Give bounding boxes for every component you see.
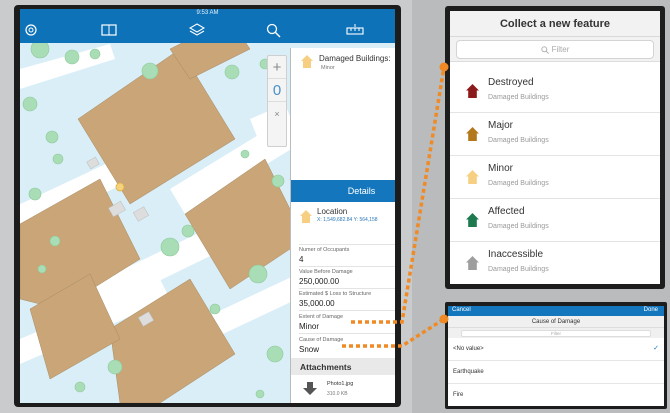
collect-feature-panel: Collect a new feature Filter Destroyed D…: [445, 6, 665, 289]
search-icon: [540, 45, 549, 54]
divider: [299, 244, 395, 245]
feature-type-label: Major: [488, 120, 514, 131]
popup-title: Damaged Buildings:: [319, 54, 391, 63]
checkmark-icon: ✓: [653, 345, 659, 352]
filter-bar: Filter: [450, 37, 660, 62]
feature-type-label: Affected: [488, 206, 525, 217]
option-earthquake[interactable]: Earthquake: [448, 361, 664, 384]
field-label: Cause of Damage: [299, 337, 344, 343]
option-label: Fire: [453, 392, 464, 398]
feature-type-destroyed[interactable]: Destroyed Damaged Buildings: [450, 70, 660, 113]
field-label: Value Before Damage: [299, 269, 353, 275]
house-icon: [466, 213, 479, 227]
details-header: Details: [291, 180, 395, 202]
picker-title: Cause of Damage: [448, 316, 664, 328]
collect-title: Collect a new feature: [450, 11, 660, 37]
picker-filter-input[interactable]: Filter: [461, 329, 651, 337]
cause-picker-screen: Cancel Done Cause of Damage Filter <No v…: [448, 306, 664, 406]
feature-type-layer: Damaged Buildings: [488, 266, 549, 273]
option-fire[interactable]: Fire: [448, 384, 664, 406]
status-time: 9:53 AM: [196, 10, 219, 16]
option-label: <No value>: [453, 346, 484, 352]
popup-subtitle: Minor: [321, 65, 335, 71]
feature-type-major[interactable]: Major Damaged Buildings: [450, 113, 660, 156]
cause-of-damage-value[interactable]: Snow: [299, 345, 319, 354]
field-label: Extent of Damage: [299, 314, 344, 320]
app-toolbar: 9:53 AM: [20, 9, 395, 43]
picker-navbar: Cancel Done: [448, 306, 664, 316]
zoom-in-button[interactable]: +: [268, 56, 286, 79]
divider: [299, 333, 395, 334]
feature-type-affected[interactable]: Affected Damaged Buildings: [450, 199, 660, 242]
house-icon: [466, 84, 479, 98]
value-before-damage[interactable]: 250,000.00: [299, 277, 339, 286]
target-icon[interactable]: [22, 21, 40, 39]
location-coords: X: 1,549,682.84 Y: 564,158: [317, 217, 378, 223]
feature-type-minor[interactable]: Minor Damaged Buildings: [450, 156, 660, 199]
house-icon: [466, 127, 479, 141]
estimated-loss-value[interactable]: 35,000.00: [299, 299, 335, 308]
attachments-header: Attachments: [291, 358, 395, 375]
house-icon: [301, 55, 313, 68]
feature-type-label: Destroyed: [488, 77, 534, 88]
house-icon: [300, 210, 312, 223]
location-title: Location: [317, 207, 348, 216]
attachment-name[interactable]: Photo1.jpg: [327, 381, 353, 387]
done-button[interactable]: Done: [644, 307, 658, 313]
download-icon[interactable]: [303, 382, 317, 396]
feature-type-layer: Damaged Buildings: [488, 180, 549, 187]
divider: [299, 310, 395, 311]
attachment-size: 310.0 KB: [327, 391, 348, 397]
option-label: Earthquake: [453, 369, 484, 375]
tablet-screen: 9:53 AM + 0 × Damaged Buildings: Minor D…: [20, 9, 395, 403]
cancel-button[interactable]: Cancel: [452, 307, 471, 313]
picker-filter-bar: Filter: [448, 328, 664, 338]
compass-button[interactable]: 0: [268, 79, 286, 102]
filter-placeholder: Filter: [551, 45, 570, 54]
map-controls: + 0 ×: [267, 55, 287, 147]
ruler-icon[interactable]: [346, 21, 364, 39]
extent-of-damage-value[interactable]: Minor: [299, 322, 319, 331]
tablet-device: 9:53 AM + 0 × Damaged Buildings: Minor D…: [14, 5, 401, 407]
feature-type-layer: Damaged Buildings: [488, 137, 549, 144]
collect-feature-screen: Collect a new feature Filter Destroyed D…: [450, 11, 660, 284]
option-no-value[interactable]: <No value> ✓: [448, 338, 664, 361]
feature-type-layer: Damaged Buildings: [488, 223, 549, 230]
divider: [299, 288, 395, 289]
details-panel: Details Location X: 1,549,682.84 Y: 564,…: [290, 180, 395, 403]
book-icon[interactable]: [100, 21, 118, 39]
occupants-value[interactable]: 4: [299, 255, 303, 264]
filter-input[interactable]: Filter: [456, 40, 654, 59]
feature-type-inaccessible[interactable]: Inaccessible Damaged Buildings: [450, 242, 660, 284]
feature-type-label: Inaccessible: [488, 249, 544, 260]
cause-picker-panel: Cancel Done Cause of Damage Filter <No v…: [445, 302, 667, 409]
house-icon: [466, 256, 479, 270]
feature-type-layer: Damaged Buildings: [488, 94, 549, 101]
search-icon[interactable]: [264, 21, 282, 39]
feature-popup[interactable]: Damaged Buildings: Minor: [290, 48, 395, 180]
layers-icon[interactable]: [188, 21, 206, 39]
field-label: Estimated $ Loss to Structure: [299, 291, 372, 297]
field-label: Numer of Occupants: [299, 247, 350, 253]
close-icon[interactable]: ×: [268, 102, 286, 125]
divider: [299, 266, 395, 267]
house-icon: [466, 170, 479, 184]
feature-type-label: Minor: [488, 163, 514, 174]
